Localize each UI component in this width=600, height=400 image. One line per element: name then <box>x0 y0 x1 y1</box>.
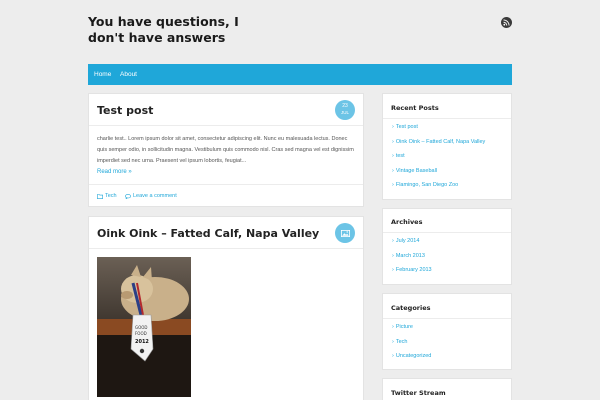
image-icon <box>340 229 350 237</box>
archives-list: › July 2014 › March 2013 › February 2013 <box>392 234 432 278</box>
date-month: JUL <box>340 110 349 115</box>
post-header-divider <box>89 125 363 126</box>
category-link[interactable]: › Tech <box>392 335 431 350</box>
recent-post-link[interactable]: › test <box>392 149 485 164</box>
widget-title: Recent Posts <box>391 104 439 112</box>
comment-icon <box>125 193 131 199</box>
rss-glyph <box>503 19 510 26</box>
post-excerpt: charlie test.. Lorem ipsum dolor sit ame… <box>97 136 354 164</box>
widget-title: Archives <box>391 218 423 226</box>
comments-label: Leave a comment <box>133 193 177 199</box>
recent-post-link[interactable]: › Flamingo, San Diego Zoo <box>392 178 485 193</box>
chevron-right-icon: › <box>392 324 394 330</box>
post-title[interactable]: Test post <box>97 104 153 117</box>
comments-link[interactable]: Leave a comment <box>125 193 177 199</box>
date-badge: 23 JUL <box>335 100 355 120</box>
date-day: 23 <box>342 103 348 109</box>
widget-title: Twitter Stream <box>391 389 446 397</box>
rss-icon[interactable] <box>501 17 512 28</box>
svg-text:GOOD: GOOD <box>135 325 147 330</box>
pig-illustration: GOOD FOOD 2012 <box>97 265 191 397</box>
archive-link[interactable]: › March 2013 <box>392 249 432 264</box>
read-more-link[interactable]: Read more » <box>97 169 132 175</box>
chevron-right-icon: › <box>392 138 394 145</box>
nav-item-about[interactable]: About <box>120 64 137 85</box>
widget-divider <box>383 232 511 233</box>
categories-list: › Picture › Tech › Uncategorized <box>392 320 431 364</box>
svg-text:FOOD: FOOD <box>135 331 147 336</box>
archive-link[interactable]: › July 2014 <box>392 234 432 249</box>
folder-icon <box>97 193 103 199</box>
post-footer-divider <box>89 184 363 185</box>
recent-posts-list: › Test post › Oink Oink – Fatted Calf, Nap… <box>392 120 485 193</box>
category-link[interactable]: › Picture <box>392 320 431 335</box>
main-navbar: Home About <box>88 64 512 85</box>
post-card-oink-oink: Oink Oink – Fatted Calf, Napa Valley GOO… <box>88 216 364 400</box>
pig-photo[interactable]: GOOD FOOD 2012 <box>97 257 191 397</box>
recent-post-link[interactable]: › Vintage Baseball <box>392 164 485 179</box>
site-title[interactable]: You have questions, I don't have answers <box>88 14 268 46</box>
widget-twitter-stream: Twitter Stream <box>382 378 512 400</box>
chevron-right-icon: › <box>392 238 394 244</box>
chevron-right-icon: › <box>392 182 394 188</box>
chevron-right-icon: › <box>392 267 394 273</box>
category-label: Tech <box>105 193 117 199</box>
nav-item-home[interactable]: Home <box>94 64 111 85</box>
image-format-badge <box>335 223 355 243</box>
widget-divider <box>383 318 511 319</box>
archive-link[interactable]: › February 2013 <box>392 263 432 278</box>
post-title[interactable]: Oink Oink – Fatted Calf, Napa Valley <box>97 227 319 240</box>
widget-recent-posts: Recent Posts › Test post › Oink Oink – Fat… <box>382 93 512 200</box>
category-link[interactable]: Tech <box>97 193 117 199</box>
widget-title: Categories <box>391 304 431 312</box>
recent-post-link[interactable]: › Oink Oink – Fatted Calf, Napa Valley <box>392 135 485 150</box>
chevron-right-icon: › <box>392 353 394 359</box>
chevron-right-icon: › <box>392 153 394 159</box>
chevron-right-icon: › <box>392 338 394 345</box>
chevron-right-icon: › <box>392 167 394 174</box>
widget-categories: Categories › Picture › Tech › Uncategorized <box>382 293 512 370</box>
recent-post-link[interactable]: › Test post <box>392 120 485 135</box>
chevron-right-icon: › <box>392 252 394 259</box>
widget-divider <box>383 118 511 119</box>
widget-archives: Archives › July 2014 › March 2013 › Februar… <box>382 208 512 285</box>
post-header-divider <box>89 248 363 249</box>
chevron-right-icon: › <box>392 124 394 130</box>
post-card-test-post: Test post 23 JUL charlie test.. Lorem ip… <box>88 93 364 207</box>
svg-text:2012: 2012 <box>135 339 149 345</box>
category-link[interactable]: › Uncategorized <box>392 349 431 364</box>
